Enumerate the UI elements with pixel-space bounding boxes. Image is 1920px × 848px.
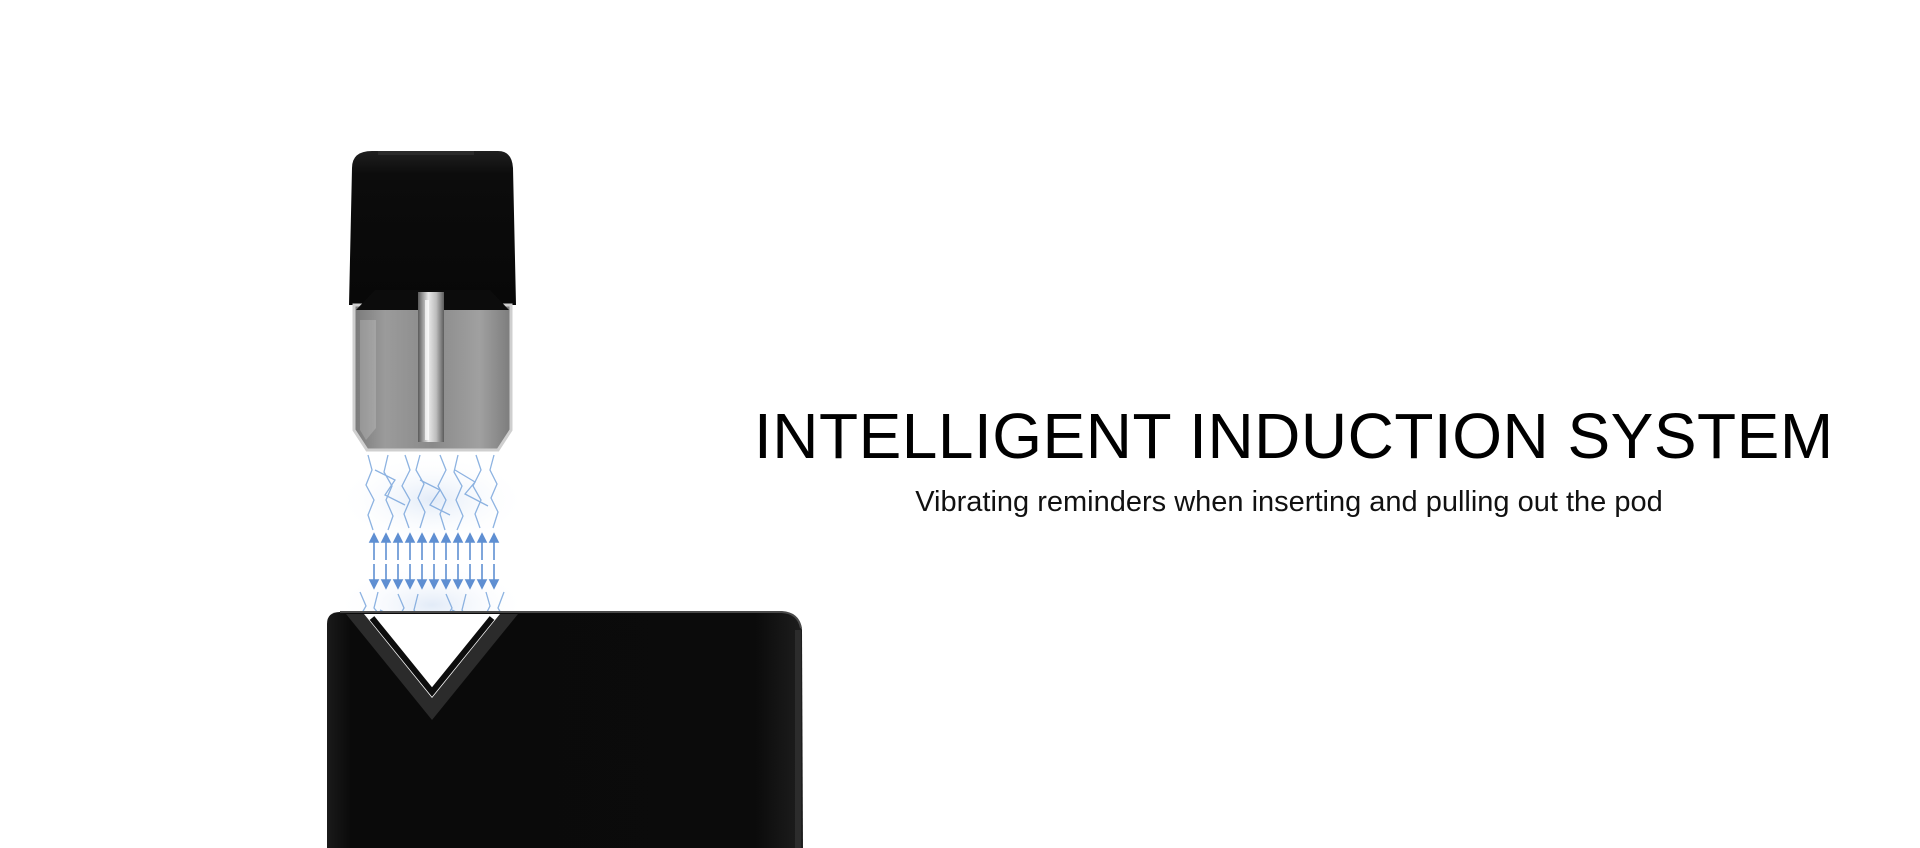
pod-cap — [349, 151, 516, 305]
subheadline: Vibrating reminders when inserting and p… — [915, 486, 1663, 518]
pod-cartridge — [349, 151, 516, 452]
device-body — [327, 611, 803, 848]
pod-stem — [418, 292, 444, 442]
product-hero: INTELLIGENT INDUCTION SYSTEM Vibrating r… — [0, 0, 1920, 848]
headline: INTELLIGENT INDUCTION SYSTEM — [754, 400, 1834, 472]
